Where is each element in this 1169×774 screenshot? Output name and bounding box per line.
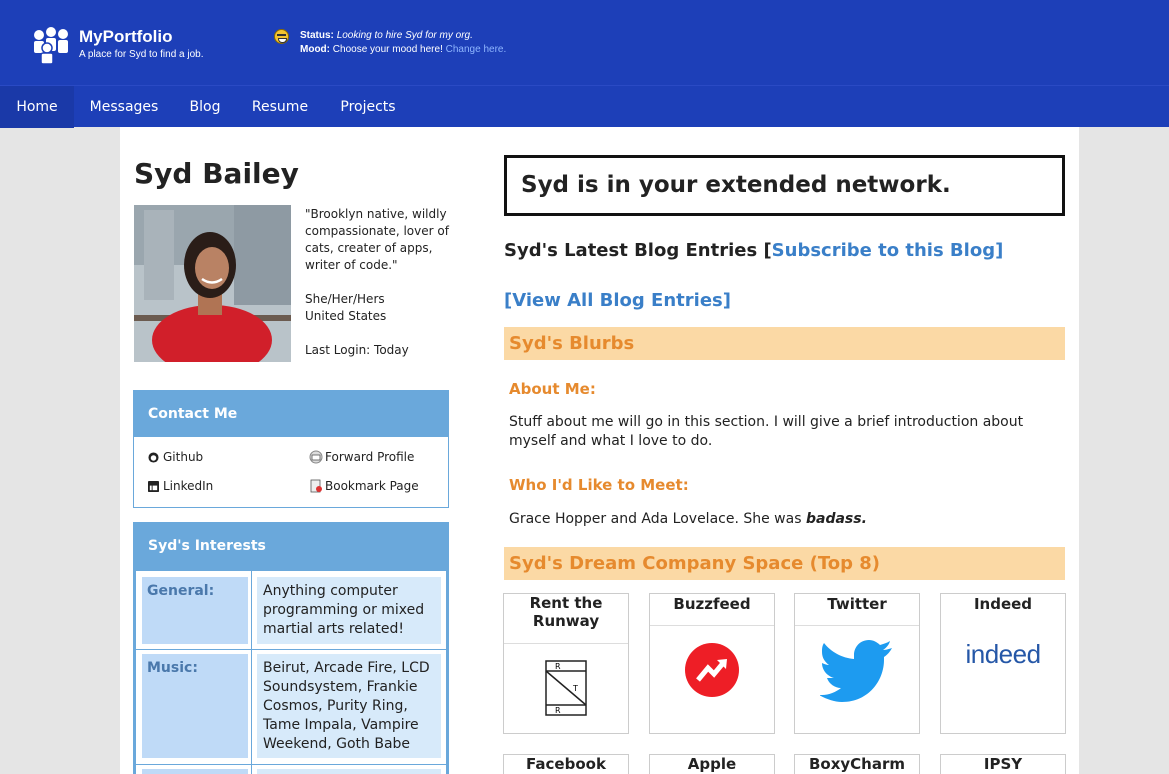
- company-card-boxycharm[interactable]: BoxyCharm: [794, 754, 920, 774]
- company-card-ipsy[interactable]: IPSY: [940, 754, 1066, 774]
- github-label: Github: [163, 450, 204, 464]
- company-card-rent-the-runway[interactable]: Rent the Runway R T R: [503, 593, 629, 734]
- profile-name: Syd Bailey: [134, 157, 299, 190]
- interests-panel: Syd's Interests General: Anything comput…: [133, 522, 449, 774]
- who-to-meet-text: Grace Hopper and Ada Lovelace. She was b…: [509, 510, 1049, 529]
- subscribe-blog-link[interactable]: Subscribe to this Blog]: [772, 240, 1004, 261]
- mood-label: Mood:: [300, 44, 330, 55]
- interests-column-divider: [251, 571, 252, 774]
- profile-photo: [134, 205, 291, 362]
- who-to-meet-heading: Who I'd Like to Meet:: [509, 476, 689, 494]
- extended-network-box: Syd is in your extended network.: [504, 155, 1065, 216]
- indeed-logo-icon: indeed: [965, 638, 1041, 669]
- interest-value-next: [257, 769, 441, 774]
- svg-text:R: R: [555, 662, 561, 671]
- status-label: Status:: [300, 30, 334, 41]
- profile-content: Syd Bailey "Brooklyn native, wildly comp…: [120, 127, 1079, 774]
- svg-text:T: T: [572, 684, 578, 693]
- blurbs-section-title: Syd's Blurbs: [504, 327, 1065, 360]
- rent-the-runway-logo-icon: R T R: [504, 658, 628, 718]
- interests-table: General: Anything computer programming o…: [136, 571, 446, 774]
- interest-label-next: [142, 769, 248, 774]
- forward-profile-link[interactable]: Forward Profile: [308, 450, 414, 464]
- mood-line: Mood: Choose your mood here! Change here…: [300, 44, 506, 55]
- company-name: Rent the Runway: [504, 594, 628, 644]
- bio-pronouns: She/Her/Hers: [305, 292, 385, 306]
- about-me-heading: About Me:: [509, 380, 596, 398]
- forward-envelope-icon: [309, 450, 323, 464]
- bio-quote: "Brooklyn native, wildly compassionate, …: [305, 207, 449, 272]
- nav-projects[interactable]: Projects: [324, 86, 412, 128]
- dream-company-section-title: Syd's Dream Company Space (Top 8): [504, 547, 1065, 580]
- interest-label-general: General:: [142, 577, 248, 644]
- interests-title: Syd's Interests: [134, 523, 448, 569]
- nav-messages[interactable]: Messages: [74, 86, 174, 128]
- svg-text:R: R: [555, 706, 561, 715]
- blog-heading: Syd's Latest Blog Entries [Subscribe to …: [504, 240, 1003, 261]
- bio-country: United States: [305, 309, 387, 323]
- site-header: MyPortfolio A place for Syd to find a jo…: [0, 0, 1169, 85]
- blog-heading-text: Syd's Latest Blog Entries [: [504, 240, 772, 261]
- contact-panel: Contact Me Github LinkedIn Forward Profi…: [133, 390, 449, 508]
- mood-text: Choose your mood here!: [332, 44, 443, 55]
- company-name: Twitter: [795, 594, 919, 626]
- meet-text: Grace Hopper and Ada Lovelace. She was: [509, 511, 802, 527]
- company-card-twitter[interactable]: Twitter: [794, 593, 920, 734]
- interest-label-music: Music:: [142, 654, 248, 758]
- nav-resume[interactable]: Resume: [236, 86, 324, 128]
- company-name: Buzzfeed: [650, 594, 774, 626]
- main-nav: Home Messages Blog Resume Projects: [0, 85, 1169, 128]
- twitter-bird-icon: [795, 638, 919, 704]
- bookmark-icon: [310, 479, 322, 493]
- last-login: Last Login: Today: [305, 343, 409, 357]
- bookmark-label: Bookmark Page: [325, 479, 419, 493]
- company-card-buzzfeed[interactable]: Buzzfeed: [649, 593, 775, 734]
- interest-value-music: Beirut, Arcade Fire, LCD Soundsystem, Fr…: [257, 654, 441, 758]
- brand-tagline: A place for Syd to find a job.: [79, 49, 204, 60]
- linkedin-label: LinkedIn: [163, 479, 214, 493]
- status-line: Status: Looking to hire Syd for my org.: [300, 30, 473, 41]
- github-icon: [148, 451, 159, 463]
- company-name: Indeed: [973, 595, 1033, 613]
- buzzfeed-logo-icon: [650, 640, 774, 700]
- github-link[interactable]: Github: [148, 450, 203, 464]
- about-me-text: Stuff about me will go in this section. …: [509, 414, 1024, 449]
- interests-row-divider: [136, 649, 446, 650]
- profile-bio: "Brooklyn native, wildly compassionate, …: [305, 206, 455, 359]
- company-card-indeed[interactable]: Indeed indeed: [940, 593, 1066, 734]
- nav-home[interactable]: Home: [0, 86, 74, 128]
- view-all-blog-link[interactable]: [View All Blog Entries]: [504, 290, 731, 311]
- interests-row-divider: [136, 764, 446, 765]
- change-mood-link[interactable]: Change here.: [446, 44, 507, 55]
- linkedin-icon: [148, 480, 159, 492]
- forward-label: Forward Profile: [325, 450, 415, 464]
- linkedin-link[interactable]: LinkedIn: [148, 479, 213, 493]
- contact-title: Contact Me: [134, 391, 448, 437]
- brand-name[interactable]: MyPortfolio: [79, 27, 173, 47]
- interest-value-general: Anything computer programming or mixed m…: [257, 577, 441, 644]
- bookmark-page-link[interactable]: Bookmark Page: [308, 479, 419, 493]
- status-text: Looking to hire Syd for my org.: [336, 30, 473, 41]
- nav-blog[interactable]: Blog: [174, 86, 236, 128]
- mood-emoji-icon: [274, 29, 289, 44]
- company-card-apple[interactable]: Apple: [649, 754, 775, 774]
- company-card-facebook[interactable]: Facebook: [503, 754, 629, 774]
- meet-emphasis: badass.: [805, 511, 867, 527]
- people-logo-icon[interactable]: [33, 26, 71, 64]
